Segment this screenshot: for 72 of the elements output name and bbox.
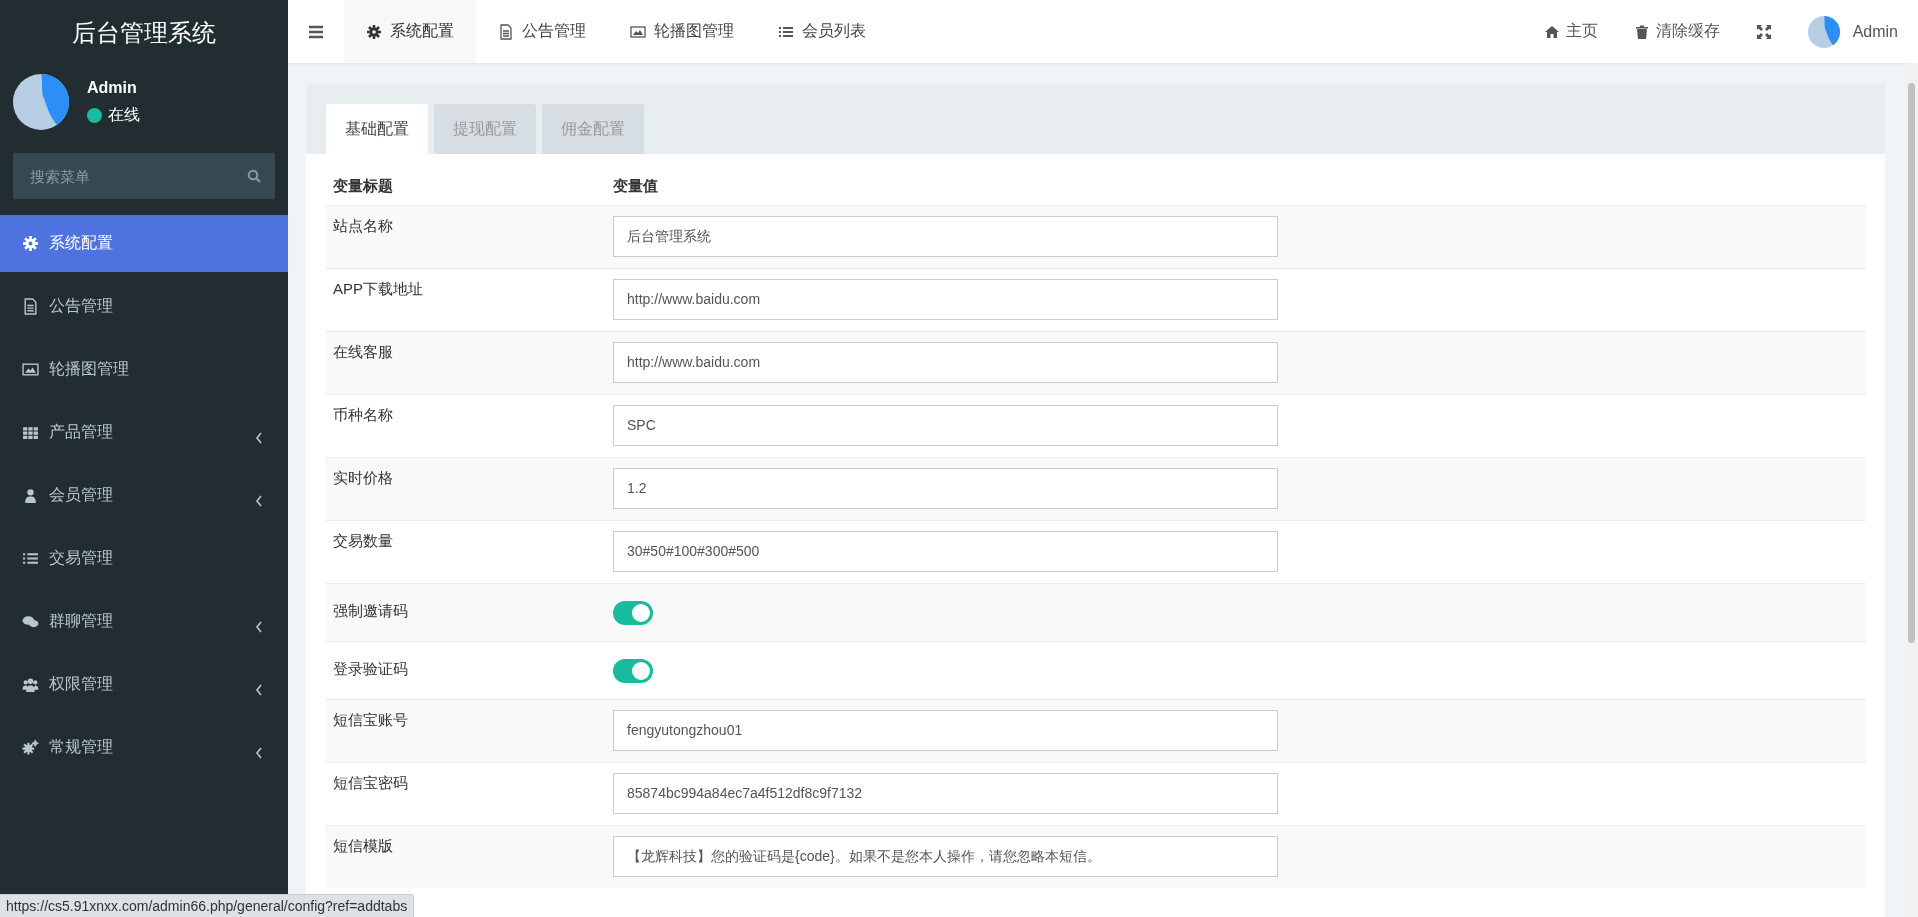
column-header: 变量标题 xyxy=(332,177,394,196)
setting-label: 交易数量 xyxy=(332,531,394,551)
user-icon xyxy=(22,487,39,504)
input-field[interactable]: fengyutongzhou01 xyxy=(613,710,1278,751)
page-tab[interactable]: 轮播图管理 xyxy=(608,0,756,63)
toggle-switch[interactable] xyxy=(613,601,653,625)
user-name: Admin xyxy=(87,78,138,97)
config-tab[interactable]: 基础配置 xyxy=(326,104,428,154)
setting-label: 登录验证码 xyxy=(332,659,409,679)
gear-icon xyxy=(366,23,382,40)
sidebar-item[interactable]: 会员管理 xyxy=(0,464,288,527)
avatar-icon xyxy=(13,74,69,130)
input-field[interactable]: http://www.baidu.com xyxy=(613,342,1278,383)
input-field[interactable]: http://www.baidu.com xyxy=(613,279,1278,320)
caret-icon xyxy=(255,431,263,444)
search-icon xyxy=(247,169,261,183)
page-tab[interactable]: 会员列表 xyxy=(756,0,888,63)
image-icon xyxy=(630,23,646,40)
user-status: 在线 xyxy=(108,104,140,125)
avatar-icon xyxy=(1807,15,1840,48)
search-field[interactable]: 搜索菜单 xyxy=(13,153,275,199)
grid-icon xyxy=(22,424,39,441)
input-field[interactable]: SPC xyxy=(613,405,1278,446)
file-icon xyxy=(498,23,514,40)
gears-icon xyxy=(22,739,39,756)
clear-cache-link[interactable]: 清除缓存 xyxy=(1633,21,1720,42)
setting-label: 强制邀请码 xyxy=(332,601,409,621)
sidebar-item[interactable]: 常规管理 xyxy=(0,716,288,779)
caret-icon xyxy=(255,746,263,759)
app-title: 后台管理系统 xyxy=(71,18,217,48)
page-tab[interactable]: 系统配置 xyxy=(344,0,476,63)
file-icon xyxy=(22,298,39,315)
caret-icon xyxy=(255,494,263,507)
online-dot-icon xyxy=(87,107,102,123)
sidebar-item[interactable]: 公告管理 xyxy=(0,275,288,338)
setting-label: 站点名称 xyxy=(332,216,394,236)
sidebar-item[interactable]: 群聊管理 xyxy=(0,590,288,653)
setting-label: 币种名称 xyxy=(332,405,394,425)
input-field[interactable]: 30#50#100#300#500 xyxy=(613,531,1278,572)
input-field[interactable]: 后台管理系统 xyxy=(613,216,1278,257)
caret-icon xyxy=(255,683,263,696)
sidebar-item[interactable]: 权限管理 xyxy=(0,653,288,716)
home-icon xyxy=(1543,23,1560,40)
list-icon xyxy=(22,550,39,567)
page-tab[interactable]: 公告管理 xyxy=(476,0,608,63)
scrollbar[interactable] xyxy=(1905,63,1918,917)
status-url: https://cs5.91xnxx.com/admin66.php/general/config?ref=addtabs xyxy=(0,894,415,917)
trash-icon xyxy=(1633,23,1650,40)
setting-label: 短信宝密码 xyxy=(332,773,409,793)
setting-label: 在线客服 xyxy=(332,342,394,362)
sidebar-item[interactable]: 系统配置 xyxy=(0,215,288,272)
sidebar-item[interactable]: 轮播图管理 xyxy=(0,338,288,401)
home-link[interactable]: 主页 xyxy=(1543,21,1598,42)
setting-label: 实时价格 xyxy=(332,468,394,488)
sidebar-item[interactable]: 交易管理 xyxy=(0,527,288,590)
setting-label: APP下载地址 xyxy=(332,279,424,299)
user-menu[interactable]: Admin xyxy=(1807,15,1898,48)
gear-icon xyxy=(22,235,39,252)
input-field[interactable]: 【龙辉科技】您的验证码是{code}。如果不是您本人操作，请您忽略本短信。 xyxy=(613,836,1278,877)
users-icon xyxy=(22,676,39,693)
caret-icon xyxy=(255,620,263,633)
setting-label: 短信模版 xyxy=(332,836,394,856)
menu-icon[interactable] xyxy=(308,24,324,39)
input-field[interactable]: 1.2 xyxy=(613,468,1278,509)
fullscreen-icon[interactable] xyxy=(1755,23,1772,40)
chat-icon xyxy=(22,613,39,630)
sidebar-item[interactable]: 产品管理 xyxy=(0,401,288,464)
setting-label: 短信宝账号 xyxy=(332,710,409,730)
image-icon xyxy=(22,361,39,378)
column-header: 变量值 xyxy=(613,177,658,196)
toggle-switch[interactable] xyxy=(613,659,653,683)
input-field[interactable]: 85874bc994a84ec7a4f512df8c9f7132 xyxy=(613,773,1278,814)
